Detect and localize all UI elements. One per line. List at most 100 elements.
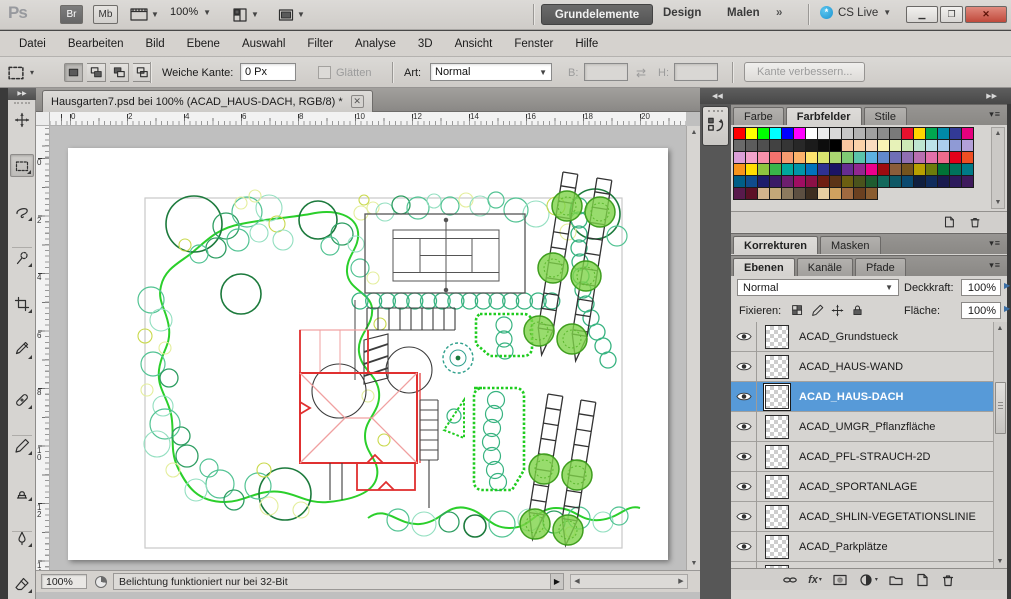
spot-healing-brush-tool[interactable] [10,388,34,411]
minimize-button[interactable]: ▁ [906,6,938,23]
antialias-checkbox[interactable] [318,66,331,79]
layer-row-ACAD_HAUS-WAND[interactable]: ACAD_HAUS-WAND [731,352,993,382]
menu-bearbeiten[interactable]: Bearbeiten [57,38,135,50]
menu-filter[interactable]: Filter [296,38,344,50]
history-brush-tool[interactable] [10,526,34,549]
vertical-scrollbar[interactable]: ▲ ▼ [686,126,700,570]
layer-row-ACAD_PFL-STRAUCH-2D[interactable]: ACAD_PFL-STRAUCH-2D [731,442,993,472]
scroll-down-icon[interactable]: ▼ [993,555,1007,568]
layer-visibility-eye-icon[interactable] [731,472,757,502]
layer-row-ACAD_Parkplätze[interactable]: ACAD_Parkplätze [731,532,993,562]
swatch[interactable] [865,187,878,200]
opacity-spinner-icon[interactable]: ▶ [1004,281,1010,290]
blend-mode-select[interactable]: Normal▼ [737,279,899,296]
maximize-button[interactable]: ❐ [940,6,963,23]
quick-selection-tool[interactable] [10,246,34,269]
eraser-tool[interactable] [10,572,34,595]
width-input[interactable] [584,63,628,81]
menu-hilfe[interactable]: Hilfe [564,38,609,50]
swatch[interactable] [961,175,974,188]
lock-transparency-icon[interactable] [789,303,805,318]
new-selection-button[interactable] [64,63,83,82]
layer-row-ACAD_UMGR_Pflanzfläche[interactable]: ACAD_UMGR_Pflanzfläche [731,412,993,442]
tools-collapse-header[interactable]: ▶▶ [8,88,36,100]
panel-menu-icon[interactable]: ▾≡ [989,109,1001,120]
workspace-overflow-button[interactable]: » [776,7,782,19]
canvas-page[interactable] [68,148,668,560]
brush-tool[interactable] [10,434,34,457]
close-button[interactable]: ✕ [965,6,1007,23]
workspace-design-button[interactable]: Design [663,7,701,19]
menu-ebene[interactable]: Ebene [176,38,231,50]
scroll-up-icon[interactable]: ▲ [687,126,701,139]
scroll-up-icon[interactable]: ▲ [991,127,1005,140]
layer-row-ACAD_Grundstueck[interactable]: ACAD_Grundstueck [731,322,993,352]
height-input[interactable] [674,63,718,81]
tab-farbfelder[interactable]: Farbfelder [786,107,862,125]
expand-dock-icon[interactable]: ▶▶ [986,92,997,100]
eyedropper-tool[interactable] [10,338,34,361]
layer-thumbnail[interactable] [765,415,789,439]
layer-visibility-eye-icon[interactable] [731,352,757,382]
feather-input[interactable]: 0 Px [240,63,296,81]
scroll-up-icon[interactable]: ▲ [993,322,1007,335]
horizontal-scrollbar[interactable]: ◀ ▶ [570,574,688,589]
layer-row-ACAD_SPORTANLAGE[interactable]: ACAD_SPORTANLAGE [731,472,993,502]
menu-ansicht[interactable]: Ansicht [444,38,504,50]
layer-thumbnail[interactable] [765,505,789,529]
tab-korrekturen[interactable]: Korrekturen [733,236,818,254]
scrollbar-thumb[interactable] [995,382,1006,434]
menu-datei[interactable]: Datei [8,38,57,50]
fill-input[interactable]: 100% [961,302,1001,319]
tab-stile[interactable]: Stile [864,107,907,125]
scroll-right-icon[interactable]: ▶ [675,575,687,588]
tab-pfade[interactable]: Pfade [855,258,906,276]
layer-visibility-eye-icon[interactable] [731,502,757,532]
crop-tool[interactable] [10,292,34,315]
workspace-malen-button[interactable]: Malen [727,7,760,19]
fill-spinner-icon[interactable]: ▶ [1004,304,1010,313]
lock-all-icon[interactable] [849,303,865,318]
new-group-icon[interactable] [888,572,904,588]
layer-thumbnail[interactable] [765,355,789,379]
adjustment-layer-icon[interactable]: ▾ [858,572,878,588]
collapse-dock-icon[interactable]: ◀◀ [712,92,723,100]
clone-stamp-tool[interactable] [10,480,34,503]
menu-3d[interactable]: 3D [407,38,444,50]
panel-menu-icon[interactable]: ▾≡ [989,238,1001,249]
layer-thumbnail[interactable] [765,535,789,559]
tab-farbe[interactable]: Farbe [733,107,784,125]
link-layers-icon[interactable] [782,572,798,588]
menu-bild[interactable]: Bild [134,38,175,50]
scroll-left-icon[interactable]: ◀ [571,575,583,588]
layer-row-ACAD_SHLIN-VEGETATIONSLINIE[interactable]: ACAD_SHLIN-VEGETATIONSLINIE [731,502,993,532]
history-panel-icon[interactable] [702,106,729,146]
lock-position-icon[interactable] [829,303,845,318]
style-select[interactable]: Normal▼ [430,63,552,81]
lasso-tool[interactable] [10,200,34,223]
add-to-selection-button[interactable] [87,63,106,82]
status-menu-arrow[interactable]: ▶ [551,573,564,590]
tool-preset-picker[interactable]: ▾ [6,57,34,88]
layer-row-ACAD_HAUS-DACH[interactable]: ACAD_HAUS-DACH [731,382,993,412]
layer-thumbnail[interactable] [765,445,789,469]
scroll-down-icon[interactable]: ▼ [991,196,1005,209]
tab-ebenen[interactable]: Ebenen [733,258,795,276]
delete-swatch-icon[interactable] [965,214,985,230]
swap-dimensions-icon[interactable]: ⇄ [636,57,646,88]
rectangular-marquee-tool[interactable] [10,154,34,177]
delete-layer-icon[interactable] [940,572,956,588]
new-swatch-icon[interactable] [939,214,959,230]
layers-scrollbar[interactable]: ▲ ▼ [993,322,1007,568]
tab-kanäle[interactable]: Kanäle [797,258,853,276]
refine-edge-button[interactable]: Kante verbessern... [744,62,865,82]
zoom-level-dropdown[interactable]: 100%▼ [170,6,211,18]
document-tab-close-icon[interactable]: ✕ [351,95,364,108]
menu-auswahl[interactable]: Auswahl [231,38,296,50]
document-tab[interactable]: Hausgarten7.psd bei 100% (ACAD_HAUS-DACH… [42,90,373,112]
layer-thumbnail[interactable] [765,325,789,349]
opacity-input[interactable]: 100% [961,279,1001,296]
canvas-viewport[interactable] [50,126,686,570]
layer-visibility-eye-icon[interactable] [731,412,757,442]
screen-mode-icon[interactable]: ▼ [278,6,305,23]
